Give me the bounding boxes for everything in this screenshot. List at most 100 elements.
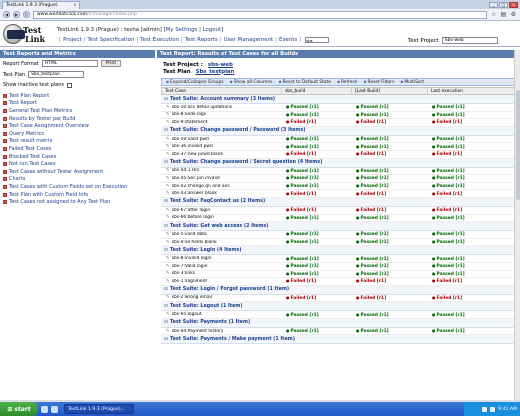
browser-tab[interactable]: TestLink 1.9.3 (Prague) × (2, 0, 80, 9)
suite-header[interactable]: Test Suite: Payments / Make payment (1 I… (161, 335, 516, 345)
report-plan-value[interactable]: Sbs_testplan (196, 69, 235, 75)
suite-header[interactable]: Test Suite: Login / Forgot password (1 I… (161, 285, 516, 295)
column-header-last-build[interactable]: [Last Build] (352, 88, 428, 95)
test-case-name[interactable]: sbs-8:Slide logs (161, 112, 281, 117)
report-item[interactable]: Query Metrics (3, 130, 152, 138)
back-icon[interactable]: ◀ (3, 11, 10, 18)
test-case-name[interactable]: sbs-37:new pswd blank (161, 152, 281, 157)
test-case-name[interactable]: sbs-66:before login (161, 215, 281, 220)
reset-default-button[interactable]: Reset to Default State (278, 80, 331, 85)
print-button[interactable]: Print (100, 60, 122, 67)
test-case-name[interactable]: sbs-2:wrong email (161, 295, 281, 300)
test-plan-select[interactable]: Sbs_testplan (28, 71, 85, 78)
report-format-select[interactable]: HTML (41, 60, 98, 67)
menu-project[interactable]: Project (63, 37, 81, 43)
suite-header[interactable]: Test Suite: Get web access (2 Items) (161, 222, 516, 232)
test-case-name[interactable]: sbs-8:invalid login (161, 256, 281, 261)
report-item[interactable]: General Test Plan Metrics (3, 107, 152, 115)
report-item[interactable]: Test Plan Report (3, 92, 152, 100)
close-tab-icon[interactable]: × (73, 3, 77, 8)
scrollbar-thumb[interactable] (516, 90, 520, 200)
start-button[interactable]: ⊞ start (0, 402, 38, 416)
my-settings-link[interactable]: My Settings (166, 27, 198, 33)
test-case-name[interactable]: sbs-43:answer blank (161, 191, 281, 196)
reset-filters-button[interactable]: Reset Filters (364, 80, 395, 85)
reload-icon[interactable]: ↻ (22, 11, 30, 18)
column-header-build[interactable]: sbs_build (282, 88, 352, 95)
maximize-icon[interactable]: □ (499, 1, 508, 8)
test-case-name[interactable]: sbs-45:Sec pin invalid (161, 176, 281, 181)
logout-link[interactable]: Logout (203, 27, 221, 33)
search-input[interactable] (305, 37, 330, 43)
test-case-name[interactable]: sbs-44:1 Hrs (161, 168, 281, 173)
test-case-name[interactable]: sbs-1:alignment (161, 279, 281, 284)
suite-header[interactable]: Test Suite: Change password / Secret que… (161, 158, 516, 168)
test-case-name[interactable]: sbs-10:acc detail updations (161, 105, 281, 110)
expand-collapse-button[interactable]: Expand/Collapse Groups (166, 80, 224, 85)
report-item[interactable]: Test result matrix (3, 138, 152, 146)
close-window-icon[interactable]: × (509, 1, 518, 8)
suite-header[interactable]: Test Suite: Account summary (3 Items) (161, 95, 516, 104)
suite-header[interactable]: Test Suite: Logout (1 Item) (161, 302, 516, 312)
test-case-name[interactable]: sbs-5:valid data (161, 232, 281, 237)
status-last-build: Failed [r1] (351, 278, 427, 284)
menu-test-reports[interactable]: Test Reports (185, 37, 218, 43)
report-item[interactable]: Test Cases not assigned to Any Test Plan (3, 198, 152, 206)
menu-test-specification[interactable]: Test Specification (87, 37, 134, 43)
menu-events[interactable]: Events (279, 37, 297, 43)
test-case-name[interactable]: sbs-67:after login (161, 208, 281, 213)
report-item[interactable]: Failed Test Cases (3, 145, 152, 153)
multisort-button[interactable]: MultiSort (400, 80, 424, 85)
page-menu-icon[interactable]: ▤ (500, 11, 507, 18)
menu-user-management[interactable]: User Management (224, 37, 274, 43)
network-icon[interactable] (482, 406, 488, 412)
menu-test-execution[interactable]: Test Execution (140, 37, 179, 43)
test-case-name[interactable]: sbs-9:statement (161, 120, 281, 125)
suite-header[interactable]: Test Suite: FaqContact us (2 Items) (161, 197, 516, 207)
show-inactive-checkbox[interactable] (67, 82, 73, 88)
browser-nav-bar: ◀ ▶ ↻ www.worldatclick.com/tcmanager/ind… (0, 9, 520, 21)
report-item[interactable]: Not run Test Cases (3, 160, 152, 168)
testlink-logo[interactable]: Test Link (3, 24, 51, 44)
forward-icon[interactable]: ▶ (12, 11, 20, 18)
report-item-label: Query Metrics (9, 130, 44, 137)
test-project-select[interactable]: Sbs-web (441, 37, 498, 44)
column-header-test-case[interactable]: Test Case (162, 88, 282, 95)
report-item[interactable]: Results by Tester per Build (3, 115, 152, 123)
report-item[interactable]: Test Report (3, 100, 152, 108)
report-item[interactable]: Test Cases without Tester Assignment (3, 168, 152, 176)
report-item[interactable]: Test Case Assignment Overview (3, 122, 152, 130)
test-case-name[interactable]: sbs-3:links (161, 271, 281, 276)
report-project-value[interactable]: sbs-web (208, 62, 233, 68)
report-item[interactable]: Test Plan with Custom Field Info (3, 191, 152, 199)
suite-header[interactable]: Test Suite: Change password / Password (… (161, 126, 516, 136)
grid-scrollbar[interactable] (514, 50, 520, 400)
show-all-columns-button[interactable]: Show all Columns (230, 80, 273, 85)
wrench-icon[interactable]: ⚙ (510, 11, 517, 18)
test-case-name[interactable]: sbs-42:change qn and ans (161, 184, 281, 189)
minimize-icon[interactable]: _ (489, 1, 498, 8)
taskbar-item-browser[interactable]: TestLink 1.9.3 (Prague)... (64, 404, 134, 414)
test-case-name[interactable]: sbs-36:invalid pwd (161, 144, 281, 149)
test-case-name[interactable]: sbs-7:Valid login (161, 264, 281, 269)
quicklaunch-browser-icon[interactable] (41, 405, 48, 413)
test-case-name[interactable]: sbs-44:Payment history (161, 329, 281, 334)
status-last-build: Passed [r1] (351, 256, 427, 262)
report-item[interactable]: Charts (3, 176, 152, 184)
test-case-name[interactable]: sbs-65:logout (161, 312, 281, 317)
suite-header[interactable]: Test Suite: Payments (1 Item) (161, 318, 516, 328)
star-icon[interactable]: ☆ (490, 11, 497, 18)
suite-header[interactable]: Test Suite: Login (4 Items) (161, 246, 516, 256)
quicklaunch-desktop-icon[interactable] (51, 405, 58, 413)
test-case-name[interactable]: sbs-4:all fields blank (161, 240, 281, 245)
report-item[interactable]: Test Cases with Custom Fields set on Exe… (3, 183, 152, 191)
current-user: tesha [admin] (124, 27, 162, 33)
status-build: Passed [r1] (281, 168, 351, 174)
test-case-name[interactable]: sbs-59:valid pwd (161, 137, 281, 142)
table-row: sbs-59:valid pwdPassed [r1]Passed [r1]Pa… (161, 136, 516, 144)
address-bar[interactable]: www.worldatclick.com/tcmanager/index.php (32, 10, 488, 19)
column-header-last-execution[interactable]: Last execution (428, 88, 515, 95)
report-item[interactable]: Blocked Test Cases (3, 153, 152, 161)
refresh-button[interactable]: Refresh (337, 80, 358, 85)
volume-icon[interactable] (490, 406, 496, 412)
